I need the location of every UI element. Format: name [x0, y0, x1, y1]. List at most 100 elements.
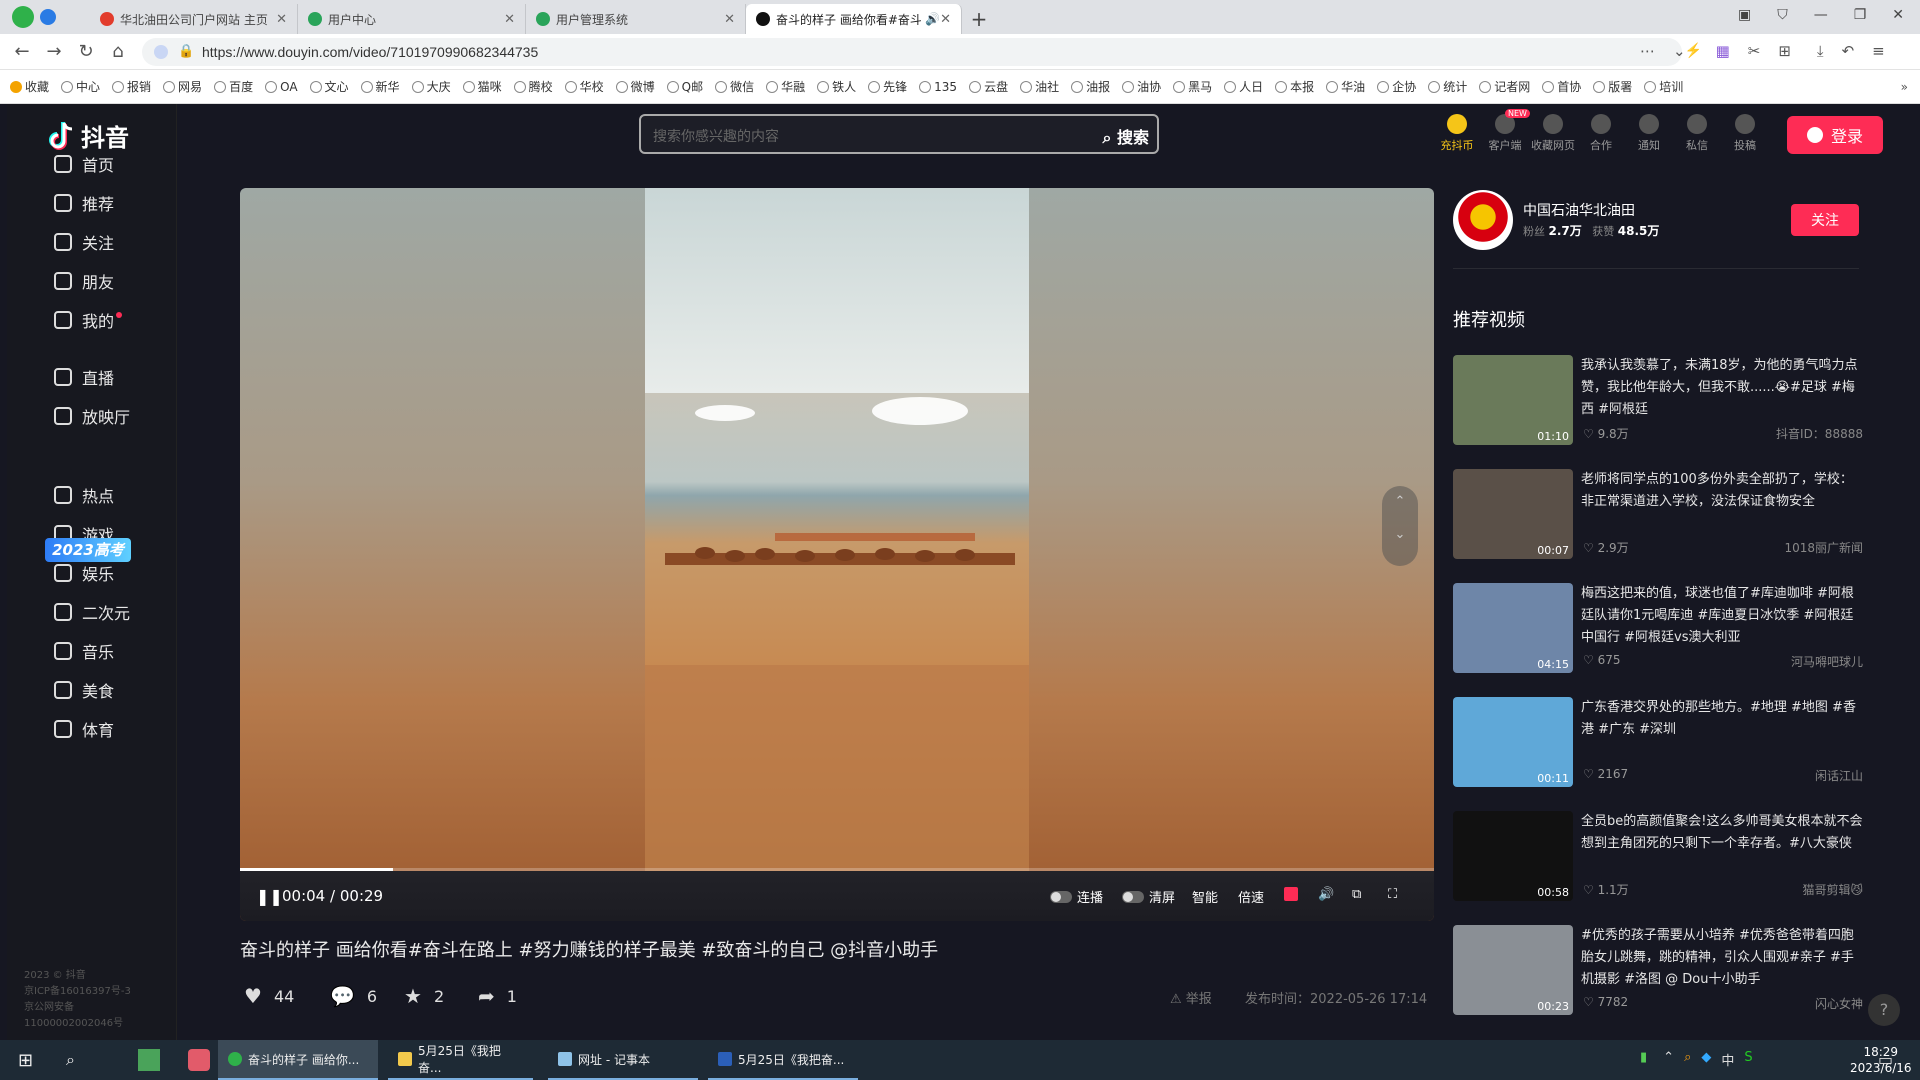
- bookmark-item[interactable]: 企协: [1377, 78, 1416, 95]
- bookmark-item[interactable]: 华校: [564, 78, 604, 95]
- search-tray-icon[interactable]: ⌕: [1684, 1050, 1691, 1069]
- url-field[interactable]: 🔒 https://www.douyin.com/video/710197099…: [142, 38, 1702, 66]
- top-icon-2[interactable]: 收藏网页: [1528, 114, 1578, 153]
- undo-icon[interactable]: ↶: [1842, 42, 1855, 60]
- bookmark-item[interactable]: 华融: [766, 78, 805, 95]
- bookmark-item[interactable]: 油报: [1071, 78, 1110, 95]
- bookmark-item[interactable]: 大庆: [411, 78, 451, 95]
- smart-button[interactable]: 智能: [1192, 887, 1218, 906]
- bookmark-item[interactable]: 报销: [112, 78, 151, 95]
- bookmark-item[interactable]: 人日: [1224, 78, 1263, 95]
- recommend-item[interactable]: 00:11 广东香港交界处的那些地方。#地理 #地图 #香港 #广东 #深圳 ♡ 2…: [1453, 697, 1863, 787]
- sidebar-item-6[interactable]: 放映厅: [54, 404, 130, 428]
- login-button[interactable]: 登录: [1787, 116, 1883, 154]
- sidebar-item-4[interactable]: 我的: [54, 308, 123, 332]
- menu-icon[interactable]: ≡: [1872, 42, 1885, 60]
- clear-screen-toggle[interactable]: 清屏: [1122, 887, 1175, 906]
- like-button[interactable]: ♥ 44: [244, 984, 294, 1008]
- taskbar-item-browser[interactable]: 奋斗的样子 画给你...: [218, 1040, 378, 1080]
- recommend-author[interactable]: 1018丽广新闻: [1784, 539, 1863, 556]
- fullscreen-icon[interactable]: ⛶: [1388, 887, 1397, 902]
- tab-user-manage[interactable]: 用户管理系统 ✕: [526, 4, 746, 34]
- taskbar-item-word[interactable]: 5月25日《我把奋...: [708, 1040, 858, 1080]
- bookmark-item[interactable]: 记者网: [1479, 78, 1530, 95]
- recommend-caption[interactable]: 梅西这把来的值，球迷也值了#库迪咖啡 #阿根廷队请你1元喝库迪 #库迪夏日冰饮季…: [1581, 583, 1863, 649]
- video-thumbnail[interactable]: 00:07: [1453, 469, 1573, 559]
- bookmark-item[interactable]: OA: [265, 80, 298, 94]
- top-icon-0[interactable]: 充抖币: [1432, 114, 1482, 153]
- reload-icon[interactable]: ↻: [74, 40, 98, 64]
- sidebar-item-11[interactable]: 音乐: [54, 639, 114, 663]
- gaokao-banner[interactable]: 2023高考: [45, 538, 131, 562]
- app-icon[interactable]: [178, 1040, 220, 1080]
- ime-indicator[interactable]: 中: [1721, 1050, 1734, 1069]
- recommend-caption[interactable]: 老师将同学点的100多份外卖全部扔了，学校：非正常渠道进入学校，没法保证食物安全: [1581, 469, 1863, 535]
- recommend-author[interactable]: 闪心女神: [1815, 995, 1863, 1012]
- notification-icon[interactable]: ▭: [1878, 1050, 1893, 1069]
- author-avatar[interactable]: [1453, 190, 1513, 250]
- bookmark-item[interactable]: 云盘: [969, 78, 1008, 95]
- chevron-up-icon[interactable]: ⌃: [1663, 1050, 1674, 1069]
- sidebar-item-9[interactable]: 娱乐: [54, 561, 114, 585]
- close-icon[interactable]: ✕: [504, 12, 515, 27]
- sidebar-item-3[interactable]: 朋友: [54, 269, 114, 293]
- taskbar-item-folder[interactable]: 5月25日《我把奋...: [388, 1040, 533, 1080]
- recommend-caption[interactable]: 全员be的高颜值聚会!这么多帅哥美女根本就不会想到主角团死的只剩下一个幸存者。#…: [1581, 811, 1863, 877]
- sidebar-item-12[interactable]: 美食: [54, 678, 114, 702]
- police-record-link[interactable]: 京公网安备: [24, 1000, 131, 1016]
- recommend-item[interactable]: 01:10 我承认我羡慕了，未满18岁，为他的勇气鸣力点赞，我比他年龄大，但我不敢…: [1453, 355, 1863, 445]
- video-thumbnail[interactable]: 00:11: [1453, 697, 1573, 787]
- minimize-icon[interactable]: —: [1814, 7, 1828, 23]
- bookmarks-more-icon[interactable]: »: [1901, 80, 1908, 94]
- video-thumbnail[interactable]: 00:58: [1453, 811, 1573, 901]
- bookmark-item[interactable]: 华油: [1326, 78, 1365, 95]
- sidebar-item-5[interactable]: 直播: [54, 365, 114, 389]
- chevron-down-icon[interactable]: ⌄: [1673, 42, 1686, 60]
- scroll-down-icon[interactable]: ⌄: [1382, 527, 1418, 542]
- browser-logo[interactable]: [0, 0, 90, 34]
- bookmark-item[interactable]: 新华: [360, 78, 400, 95]
- follow-button[interactable]: 关注: [1791, 204, 1859, 236]
- tab-douyin[interactable]: 奋斗的样子 画给你看#奋斗... 🔊 ✕: [746, 4, 962, 34]
- bookmark-item[interactable]: 百度: [214, 78, 253, 95]
- video-thumbnail[interactable]: 04:15: [1453, 583, 1573, 673]
- close-window-icon[interactable]: ✕: [1892, 7, 1904, 23]
- taskbar-item-notepad[interactable]: 网址 - 记事本: [548, 1040, 698, 1080]
- bookmark-item[interactable]: 微博: [615, 78, 655, 95]
- video-player[interactable]: ⌃ ⌄ ❚❚ 00:04 / 00:29 连播 清屏 智能 倍速 🔊 ⧉ ⛶: [240, 188, 1434, 921]
- sidebar-item-1[interactable]: 推荐: [54, 191, 114, 215]
- network-icon[interactable]: ◆: [1701, 1050, 1711, 1069]
- app-icon[interactable]: [128, 1040, 170, 1080]
- autoplay-toggle[interactable]: 连播: [1050, 887, 1103, 906]
- tab-portal[interactable]: 华北油田公司门户网站 主页 ✕: [90, 4, 298, 34]
- video-frame[interactable]: [645, 188, 1029, 871]
- search-icon[interactable]: ⌕: [56, 1040, 85, 1080]
- sidebar-item-0[interactable]: 首页: [54, 152, 114, 176]
- bookmark-item[interactable]: 猫咪: [462, 78, 502, 95]
- scroll-up-icon[interactable]: ⌃: [1382, 494, 1418, 509]
- search-input[interactable]: 搜索你感兴趣的内容 ⌕ 搜索: [639, 114, 1159, 154]
- bookmark-item[interactable]: 铁人: [817, 78, 856, 95]
- recommend-author[interactable]: 河马嘚吧球儿: [1791, 653, 1863, 670]
- volume-icon[interactable]: 🔊: [1318, 887, 1334, 902]
- top-icon-5[interactable]: 私信: [1672, 114, 1722, 153]
- recommend-item[interactable]: 04:15 梅西这把来的值，球迷也值了#库迪咖啡 #阿根廷队请你1元喝库迪 #库迪…: [1453, 583, 1863, 673]
- home-icon[interactable]: ⌂: [106, 40, 130, 64]
- bookmark-item[interactable]: 文心: [309, 78, 349, 95]
- video-thumbnail[interactable]: 01:10: [1453, 355, 1573, 445]
- close-icon[interactable]: ✕: [276, 12, 287, 27]
- bookmark-item[interactable]: 腾校: [513, 78, 553, 95]
- recommend-author[interactable]: 抖音ID：88888: [1776, 425, 1863, 442]
- download-icon[interactable]: ⤓: [1817, 42, 1824, 60]
- scissors-icon[interactable]: ✂: [1748, 42, 1761, 60]
- recommend-caption[interactable]: #优秀的孩子需要从小培养 #优秀爸爸带着四胞胎女儿跳舞，跳的精神，引众人围观#亲…: [1581, 925, 1863, 991]
- icp-link[interactable]: 京ICP备16016397号-3: [24, 984, 131, 1000]
- new-tab-button[interactable]: +: [962, 4, 996, 34]
- sidebar-item-10[interactable]: 二次元: [54, 600, 130, 624]
- recommend-item[interactable]: 00:07 老师将同学点的100多份外卖全部扔了，学校：非正常渠道进入学校，没法保…: [1453, 469, 1863, 559]
- bookmark-item[interactable]: 油协: [1122, 78, 1161, 95]
- restore-icon[interactable]: ❐: [1854, 7, 1867, 23]
- bookmark-item[interactable]: 油社: [1020, 78, 1059, 95]
- top-icon-3[interactable]: 合作: [1576, 114, 1626, 153]
- recommend-caption[interactable]: 我承认我羡慕了，未满18岁，为他的勇气鸣力点赞，我比他年龄大，但我不敢.....…: [1581, 355, 1863, 421]
